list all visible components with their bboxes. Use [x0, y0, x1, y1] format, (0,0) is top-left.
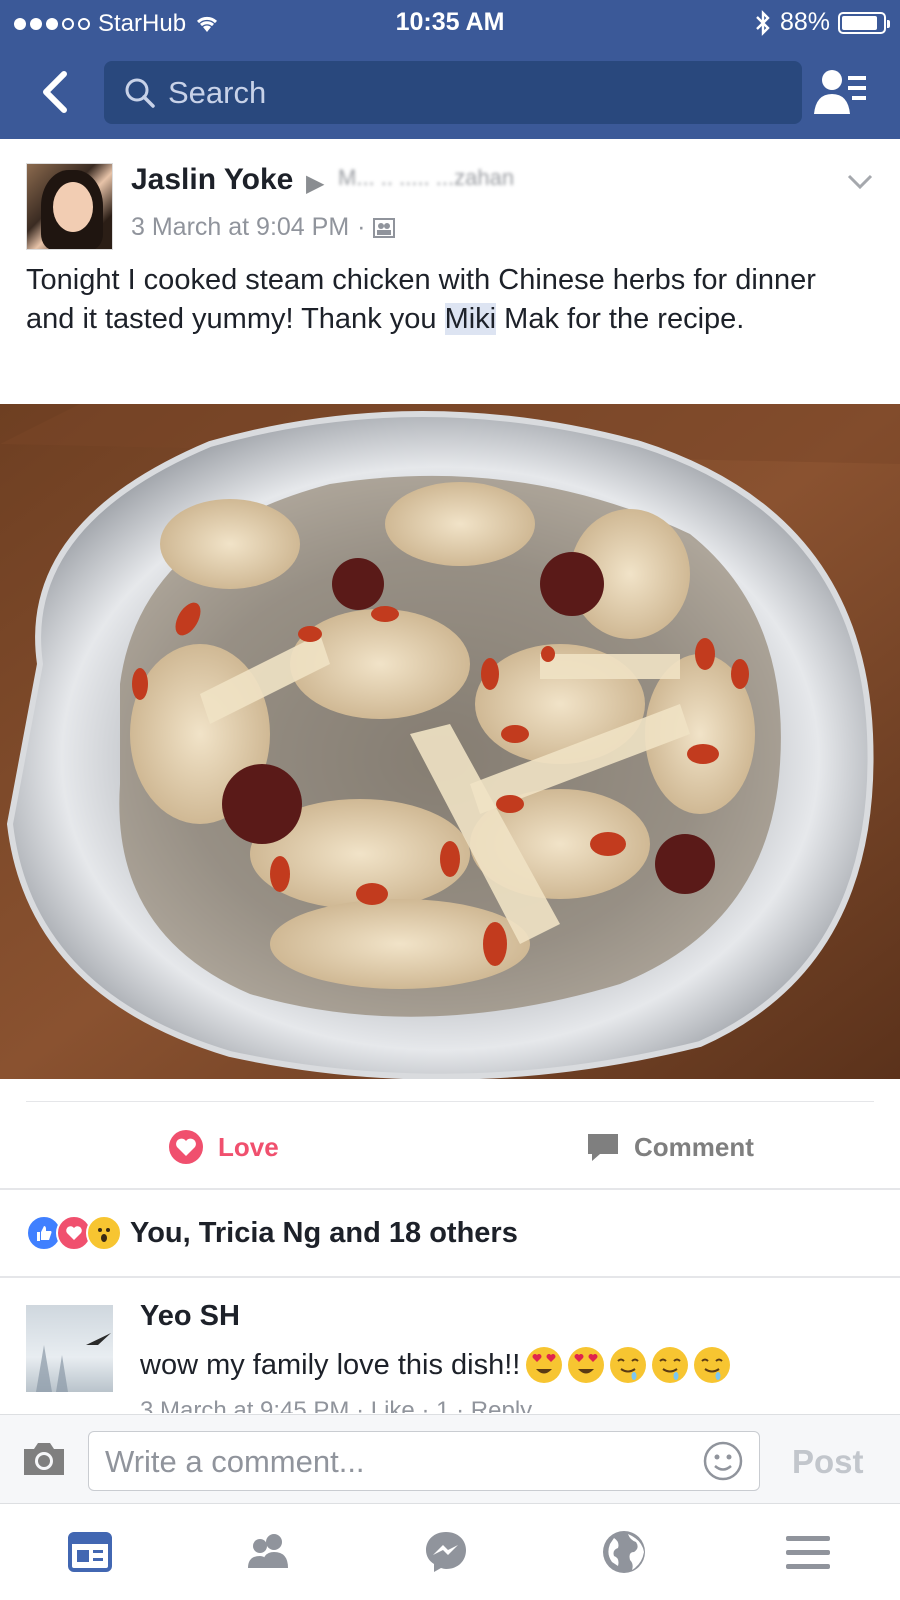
comment-placeholder: Write a comment...	[105, 1444, 365, 1479]
commenter-name[interactable]: Yeo SH	[140, 1300, 240, 1333]
friend-requests-icon[interactable]	[812, 64, 868, 120]
post-button[interactable]: Post	[792, 1443, 864, 1481]
food-photo	[0, 404, 900, 1079]
drooling-emoji-icon	[652, 1347, 689, 1383]
commenter-avatar[interactable]	[26, 1305, 113, 1392]
comment-label: Comment	[634, 1131, 754, 1162]
battery-icon	[838, 11, 890, 34]
comment-meta: 3 March at 9:45 PM · Like · 1 · Reply	[140, 1399, 533, 1413]
reaction-text: You, Tricia Ng and 18 others	[130, 1216, 518, 1249]
back-button[interactable]	[36, 64, 76, 120]
bluetooth-icon	[756, 9, 770, 36]
top-bar: StarHub 10:35 AM 88% Search	[0, 0, 900, 139]
shared-to-arrow-icon: ▶	[306, 170, 325, 197]
comment-text: wow my family love this dish!!	[140, 1348, 521, 1381]
divider	[26, 1101, 874, 1102]
friends-audience-icon	[373, 217, 396, 238]
author-avatar[interactable]	[26, 163, 113, 250]
post-text-part2: Mak for the recipe.	[496, 303, 745, 335]
wow-reaction-icon	[86, 1215, 122, 1251]
status-bar: StarHub 10:35 AM 88%	[0, 0, 900, 44]
camera-icon[interactable]	[22, 1439, 66, 1477]
post-timestamp[interactable]: 3 March at 9:04 PM	[131, 213, 349, 242]
search-icon	[125, 78, 155, 108]
drooling-emoji-icon	[610, 1347, 647, 1383]
love-button[interactable]: Love	[168, 1122, 279, 1172]
reaction-summary[interactable]: You, Tricia Ng and 18 others	[26, 1213, 518, 1253]
comment-icon	[588, 1134, 618, 1161]
author-name[interactable]: Jaslin Yoke	[131, 163, 293, 197]
battery-percent: 88%	[779, 8, 830, 36]
friends-icon[interactable]	[244, 1528, 292, 1576]
love-label: Love	[218, 1131, 279, 1162]
heart-eyes-emoji-icon	[526, 1347, 563, 1383]
notifications-globe-icon[interactable]	[600, 1528, 648, 1576]
search-input[interactable]: Search	[104, 61, 802, 124]
heart-eyes-emoji-icon	[568, 1347, 605, 1383]
comment-composer: Write a comment... Post	[0, 1414, 900, 1504]
news-feed-icon[interactable]	[66, 1528, 114, 1576]
post-body: Tonight I cooked steam chicken with Chin…	[26, 261, 866, 339]
post-photo[interactable]	[0, 404, 900, 1079]
emoji-picker-icon[interactable]	[703, 1441, 743, 1481]
post-meta: 3 March at 9:04 PM ·	[131, 213, 396, 242]
tab-bar	[0, 1504, 900, 1600]
comment-button[interactable]: Comment	[586, 1122, 754, 1172]
comment-text-row: wow my family love this dish!!	[140, 1347, 731, 1383]
messenger-icon[interactable]	[422, 1528, 470, 1576]
menu-icon[interactable]	[784, 1528, 832, 1576]
status-right: 88%	[754, 8, 890, 37]
mention-highlight[interactable]: Miki	[444, 303, 497, 335]
heart-icon	[169, 1130, 203, 1164]
target-name-blurred[interactable]: M... .. ..... ...zahan	[338, 165, 514, 191]
comment-input[interactable]: Write a comment...	[88, 1431, 760, 1491]
meta-separator: ·	[357, 213, 366, 241]
post-header: Jaslin Yoke ▶ M... .. ..... ...zahan 3 M…	[0, 139, 900, 404]
divider	[0, 1276, 900, 1278]
drooling-emoji-icon	[694, 1347, 731, 1383]
divider	[0, 1188, 900, 1190]
search-placeholder: Search	[168, 75, 267, 110]
chevron-down-icon[interactable]	[846, 173, 874, 191]
